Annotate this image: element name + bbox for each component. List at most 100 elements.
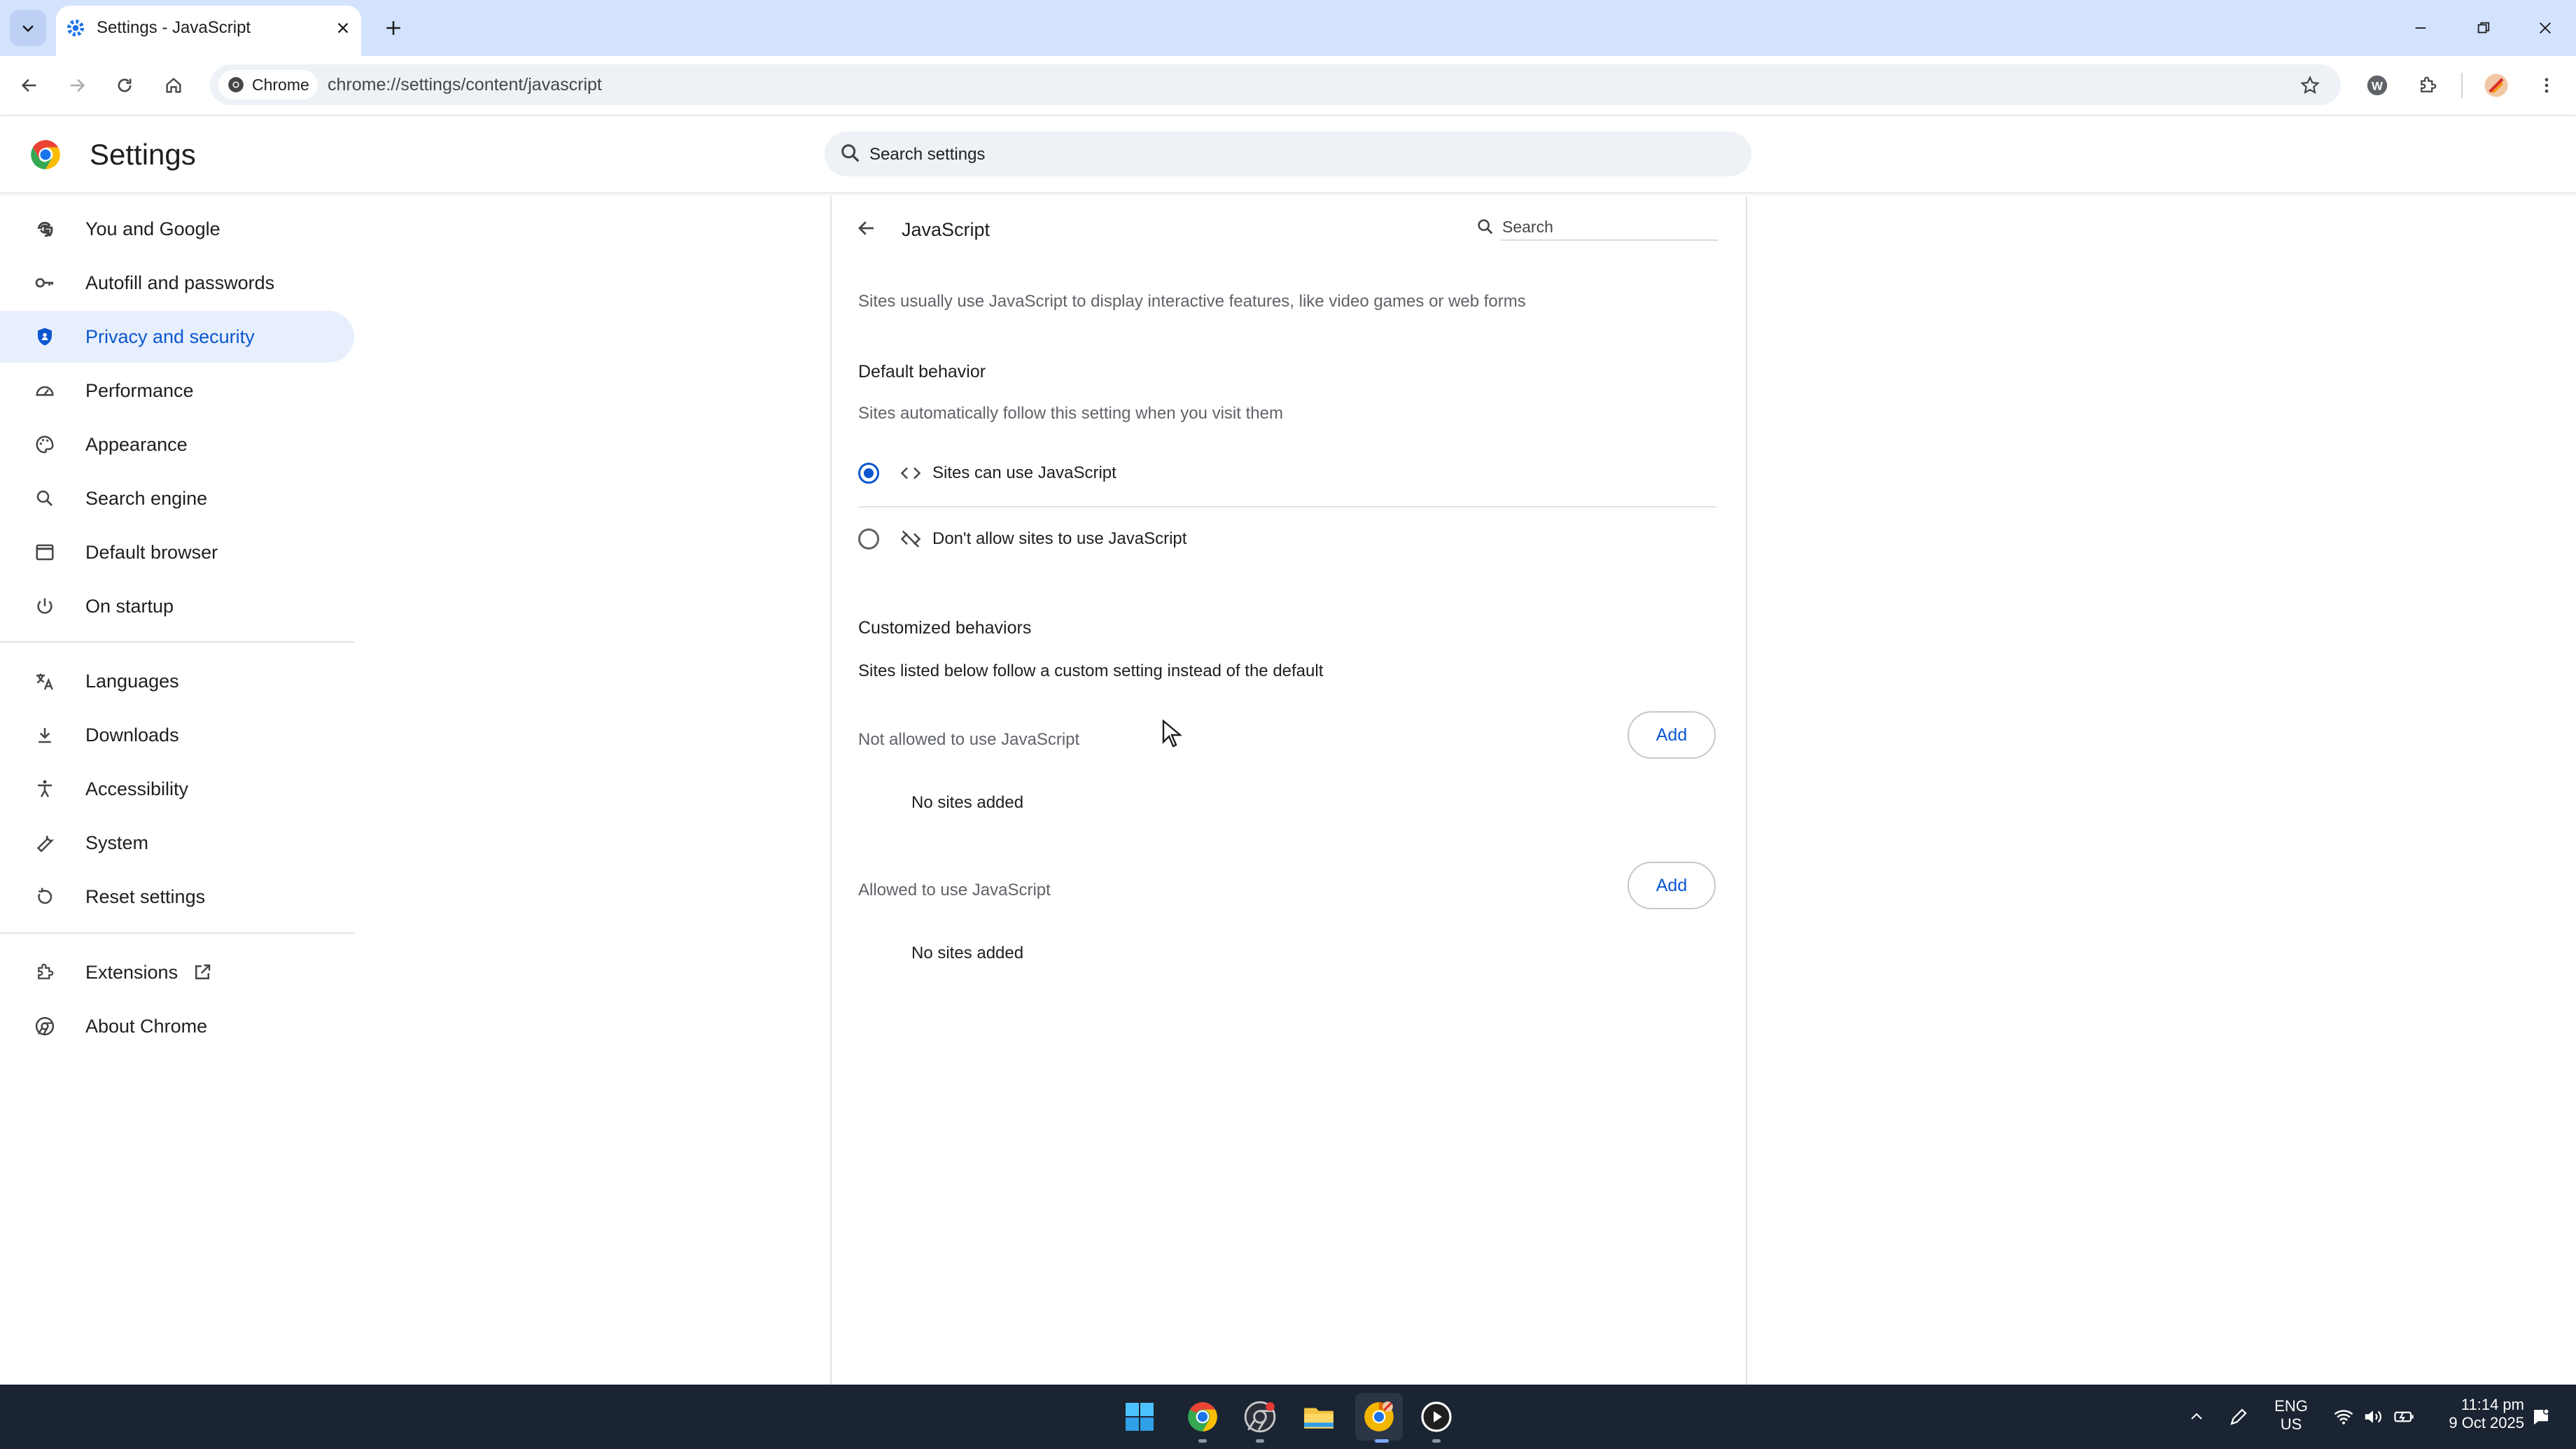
volume-status[interactable] [2359, 1401, 2387, 1432]
sidebar-item-extensions[interactable]: Extensions [0, 946, 354, 998]
profile-avatar-icon [2484, 74, 2508, 97]
section-heading-customized: Customized behaviors [858, 618, 1032, 638]
sidebar-item-default-browser[interactable]: Default browser [0, 526, 354, 578]
tab-title: Settings - JavaScript [97, 18, 251, 37]
taskbar-app-2[interactable] [1236, 1393, 1284, 1441]
arrow-left-icon [21, 78, 36, 92]
sidebar-divider [0, 641, 354, 643]
sidebar-item-about-chrome[interactable]: About Chrome [0, 1000, 354, 1052]
chrome-canary-icon [1364, 1401, 1394, 1432]
volume-icon [2365, 1410, 2381, 1423]
sidebar-item-performance[interactable]: Performance [0, 365, 354, 416]
subpage-title: JavaScript [902, 219, 990, 240]
radio-option-allow[interactable]: Sites can use JavaScript [858, 455, 1716, 491]
sidebar-item-label: Default browser [85, 541, 218, 563]
subpage-search-input[interactable] [1501, 214, 1718, 241]
battery-status[interactable] [2390, 1401, 2418, 1432]
sidebar-item-on-startup[interactable]: On startup [0, 580, 354, 632]
browser-window-icon [31, 538, 59, 566]
open-in-new-icon [192, 962, 213, 983]
running-indicator [1432, 1439, 1441, 1443]
minimize-button[interactable] [2401, 10, 2440, 46]
radio-button-selected[interactable] [858, 463, 879, 484]
reload-button[interactable] [108, 69, 141, 102]
sidebar-item-search-engine[interactable]: Search engine [0, 472, 354, 524]
chrome-logo-icon [28, 137, 63, 172]
wifi-status[interactable] [2330, 1401, 2358, 1432]
gear-icon [64, 17, 87, 39]
sidebar-item-label: Performance [85, 379, 194, 401]
restore-button[interactable] [2464, 10, 2503, 46]
sidebar-item-languages[interactable]: Languages [0, 655, 354, 707]
sidebar-item-autofill[interactable]: Autofill and passwords [0, 257, 354, 309]
show-hidden-icons-button[interactable] [2183, 1401, 2211, 1432]
sidebar-item-label: Downloads [85, 724, 179, 746]
input-language-indicator[interactable]: ENG US [2267, 1397, 2316, 1434]
sidebar-item-system[interactable]: System [0, 817, 354, 869]
sidebar-item-downloads[interactable]: Downloads [0, 709, 354, 761]
taskbar-file-explorer[interactable] [1295, 1393, 1343, 1441]
sidebar-item-appearance[interactable]: Appearance [0, 419, 354, 470]
site-info-chip[interactable]: Chrome [218, 70, 318, 99]
sidebar-item-privacy[interactable]: Privacy and security [0, 311, 354, 363]
avatar[interactable] [2479, 69, 2513, 102]
url-text[interactable]: chrome://settings/content/javascript [328, 73, 602, 97]
notification-icon [2534, 1408, 2549, 1425]
pen-menu-button[interactable] [2225, 1401, 2253, 1432]
start-button[interactable] [1116, 1393, 1163, 1441]
sidebar-item-you-and-google[interactable]: You and Google [0, 203, 354, 255]
bookmark-button[interactable] [2293, 69, 2327, 102]
arrow-left-icon [858, 221, 874, 235]
add-not-allowed-button[interactable]: Add [1628, 711, 1716, 759]
back-button[interactable] [851, 213, 882, 244]
close-icon [2540, 22, 2551, 34]
close-icon [337, 22, 349, 34]
region-code: US [2280, 1415, 2302, 1433]
code-off-icon [900, 528, 921, 550]
tab-search-button[interactable] [10, 10, 46, 46]
back-nav-button[interactable] [13, 69, 46, 102]
extensions-button[interactable] [2411, 69, 2444, 102]
minimize-icon [2415, 27, 2426, 29]
close-window-button[interactable] [2526, 10, 2565, 46]
search-icon [31, 484, 59, 512]
chrome-menu-button[interactable] [2530, 69, 2563, 102]
sidebar-item-label: About Chrome [85, 1015, 208, 1037]
profile-extension-button[interactable]: W [2360, 69, 2394, 102]
sidebar-item-label: Accessibility [85, 778, 189, 799]
notifications-button[interactable] [2527, 1401, 2555, 1432]
search-input[interactable] [868, 139, 1711, 171]
sidebar-item-label: Appearance [85, 433, 188, 455]
sidebar-item-reset[interactable]: Reset settings [0, 871, 354, 923]
chrome-dev-icon [1244, 1401, 1276, 1433]
running-indicator [1256, 1439, 1264, 1443]
chevron-down-icon [22, 25, 34, 32]
taskbar-media-player[interactable] [1413, 1393, 1460, 1441]
battery-icon [2394, 1411, 2414, 1422]
wrench-icon [31, 829, 59, 857]
page-description: Sites usually use JavaScript to display … [858, 292, 1526, 311]
arrow-right-icon [70, 78, 85, 92]
plus-icon [386, 21, 400, 35]
clock-time: 11:14 pm [2460, 1396, 2524, 1413]
taskbar-chrome-app[interactable] [1179, 1393, 1226, 1441]
star-icon [2300, 76, 2320, 94]
clock-date: 9 Oct 2025 [2449, 1414, 2524, 1432]
new-tab-button[interactable] [378, 13, 409, 43]
add-allowed-button[interactable]: Add [1628, 862, 1716, 909]
close-tab-button[interactable] [329, 14, 357, 42]
list-label-not-allowed: Not allowed to use JavaScript [858, 730, 1080, 749]
chevron-up-icon [2191, 1413, 2202, 1420]
puzzle-icon [31, 958, 59, 986]
row-divider [858, 506, 1716, 507]
play-icon [1421, 1401, 1452, 1432]
chrome-icon [1188, 1402, 1217, 1432]
sidebar-item-label: Autofill and passwords [85, 272, 275, 293]
radio-option-block[interactable]: Don't allow sites to use JavaScript [858, 521, 1716, 557]
sidebar-item-accessibility[interactable]: Accessibility [0, 763, 354, 815]
clock[interactable]: 11:14 pm 9 Oct 2025 [2436, 1396, 2524, 1432]
home-button[interactable] [157, 69, 190, 102]
forward-nav-button[interactable] [60, 69, 94, 102]
radio-button-unselected[interactable] [858, 528, 879, 550]
taskbar-chrome-active[interactable] [1355, 1393, 1403, 1441]
